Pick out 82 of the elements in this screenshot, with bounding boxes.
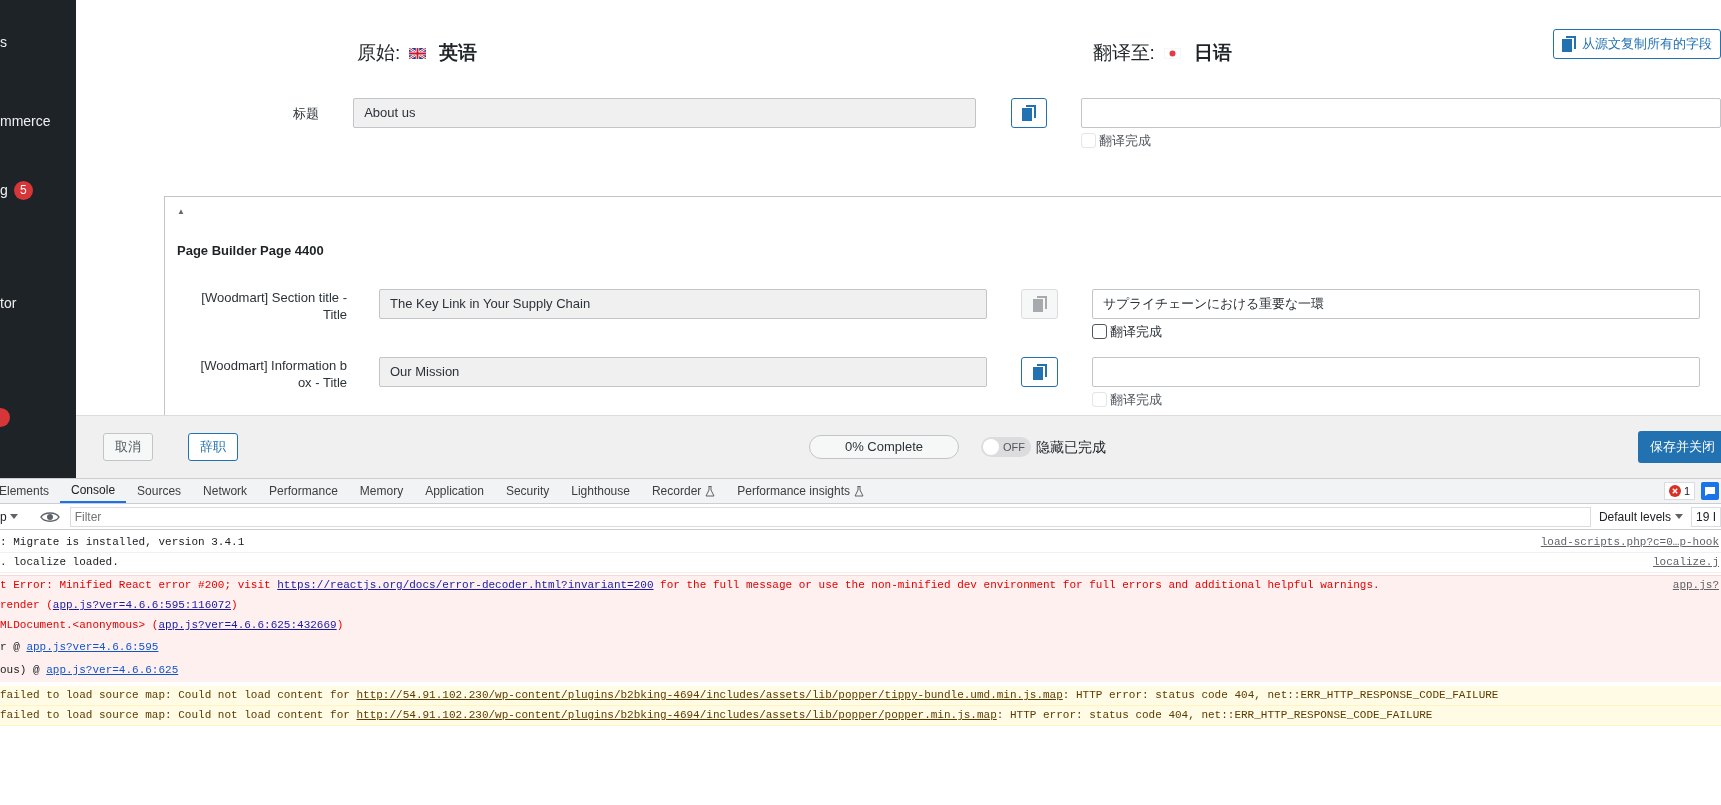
checkbox[interactable] [1092,323,1107,339]
cancel-button[interactable]: 取消 [103,433,153,461]
console-message: ous) @ app.js?ver=4.6.6:625 [0,664,179,676]
console-message: : Migrate is installed, version 3.4.1 [0,536,245,548]
devtools-tab[interactable]: Application [414,479,495,503]
source-link[interactable]: localize.j [1653,553,1721,572]
checkbox-label: 翻译完成 [1110,391,1162,409]
devtools-tab[interactable]: Console [60,479,127,503]
error-count[interactable]: 1 [1663,482,1695,500]
devtools-tab[interactable]: Performance insights [726,479,876,503]
devtools-tab[interactable]: Elements [0,479,61,503]
copy-icon [1021,105,1036,121]
count-badge: 5 [13,180,33,200]
field-label: 标题 [292,105,320,122]
devtools-tab[interactable]: Security [494,479,561,503]
menu-item[interactable]: g [0,179,8,201]
checkbox-label: 翻译完成 [1110,322,1162,341]
translation-field[interactable] [1081,98,1721,128]
console-link[interactable]: app.js?ver=4.6.6:625:432669 [158,619,337,631]
console-message: failed to load source map: Could not load content for http://54.91.102.230/wp-content/plugins/b2bking-4694/includes/assets/lib/popper/tippy-bundle.umd.min.js.map: HTTP error: status code 404, net::ERR_HTTP_RESPONSE_CODE_FAILURE [0,689,1499,701]
target-label: 翻译至: [1092,40,1155,65]
error-count-label: 1 [1683,483,1690,499]
translation-field[interactable] [1092,357,1700,387]
caret-icon [1675,514,1683,519]
eye-icon[interactable] [39,509,60,524]
target-language: 日语 [1193,40,1232,65]
flask-icon [705,485,716,497]
section-title: Page Builder Page 4400 [177,242,325,260]
devtools-tab[interactable]: Lighthouse [560,479,641,503]
console-message: failed to load source map: Could not load content for http://54.91.102.230/wp-content/plugins/b2bking-4694/includes/assets/lib/popper/popper.min.js.map: HTTP error: status code 404, net::ERR_HTTP_RESPONSE_CODE_FAILURE [0,709,1433,721]
filter-field[interactable]: Filter [69,506,1591,527]
issues-counter[interactable]: 19 I [1691,506,1721,527]
console-link[interactable]: app.js?ver=4.6.6:595:116072 [52,599,232,611]
copy-icon [1032,364,1047,380]
source-language: 英语 [439,40,478,65]
copy-button[interactable] [1010,98,1047,128]
copy-icon [1032,295,1047,312]
flag-icon [1163,47,1181,59]
menu-item[interactable]: tor [0,292,17,314]
save-button[interactable]: 保存并关闭 [1638,431,1721,463]
copy-button[interactable] [1021,357,1058,387]
devtools-tab[interactable]: Memory [348,479,415,503]
source-link[interactable]: load-scripts.php?c=0…p-hook [1540,533,1721,552]
context-selector[interactable]: p [0,507,24,526]
toggle-switch[interactable]: OFF [981,437,1031,457]
console-message: r @ app.js?ver=4.6.6:595 [0,641,159,653]
source-field: About us [353,98,976,128]
source-field: Our Mission [379,357,987,387]
messages-icon[interactable] [1701,482,1719,500]
levels-dropdown[interactable]: Default levels [1598,507,1691,526]
field-label: [Woodmart] Section title - Title [200,288,347,323]
source-field: The Key Link in Your Supply Chain [379,288,987,319]
caret-icon [9,514,18,519]
progress-label: 0% Complete [843,438,924,457]
resign-button[interactable]: 辞职 [188,433,238,461]
menu-item[interactable]: mmerce [0,110,51,132]
translation-field[interactable]: サプライチェーンにおける重要な一環 [1092,288,1700,319]
console-message: . localize loaded. [0,556,119,568]
field-label: [Woodmart] Information b ox - Title [199,357,347,391]
console-link[interactable]: http://54.91.102.230/wp-content/plugins/b2bking-4694/includes/assets/lib/popper/popper.min.js.map [356,709,997,721]
console-message: render (app.js?ver=4.6.6:595:116072) [0,599,238,611]
source-link[interactable]: app.js? [1672,576,1721,595]
copy-all-button[interactable]: 从源文复制所有的字段 [1553,29,1721,59]
console-message: t Error: Minified React error #200; visit https://reactjs.org/docs/error-decoder.html?invariant=200 for the full message or use the non-minified dev environment for full errors and additional helpful warnings. [0,579,1380,591]
devtools-tab[interactable]: Network [192,479,259,503]
console-link[interactable]: http://54.91.102.230/wp-content/plugins/b2bking-4694/includes/assets/lib/popper/tippy-bundle.umd.min.js.map [356,689,1063,701]
console-link[interactable]: https://reactjs.org/docs/error-decoder.html?invariant=200 [277,579,654,591]
source-label: 原始: [357,40,401,65]
devtools-tab[interactable]: Performance [258,479,349,503]
toggle-label: 隐藏已完成 [1036,437,1106,457]
console-link[interactable]: app.js?ver=4.6.6:625 [46,664,179,676]
checkbox-label: 翻译完成 [1099,132,1151,150]
error-icon [1668,485,1681,497]
flask-icon [854,485,865,497]
console-message: MLDocument.<anonymous> (app.js?ver=4.6.6:625:432669) [0,619,344,631]
devtools-tab[interactable]: Recorder [640,479,727,503]
flag-icon [409,47,427,59]
menu-item[interactable]: s [0,31,7,53]
copy-icon [1562,36,1576,52]
collapse-toggle[interactable]: ▲ [177,205,185,218]
devtools-tab[interactable]: Sources [126,479,193,503]
console-link[interactable]: app.js?ver=4.6.6:595 [26,641,159,653]
